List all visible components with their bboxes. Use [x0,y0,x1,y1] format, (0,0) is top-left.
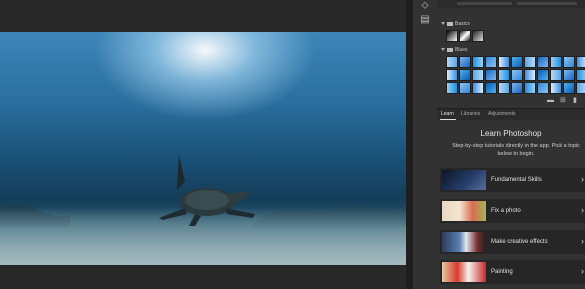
tab-libraries[interactable]: Libraries [461,111,480,117]
new-gradient-icon[interactable]: ⊞ [560,97,568,104]
right-panel: Basics Blues ▬ ⊞ ▮ Learn Libraries Adjus… [437,0,585,289]
new-group-icon[interactable]: ▬ [547,97,555,104]
chevron-right-icon: › [581,266,584,276]
gradient-swatch[interactable] [446,69,458,81]
gradient-swatch[interactable] [485,82,497,94]
learn-icon[interactable]: ▤ [418,14,432,26]
tab-adjustments[interactable]: Adjustments [488,111,516,117]
learn-title: Learn Photoshop [480,129,542,138]
gradient-swatch[interactable] [472,82,484,94]
gradient-swatch[interactable] [550,56,562,68]
gradient-swatch[interactable] [550,82,562,94]
tutorial-thumbnail [442,262,486,282]
active-tab-indicator [440,119,456,120]
gradient-swatch[interactable] [446,56,458,68]
tutorial-fundamental-skills[interactable]: Fundamental Skills › [440,168,585,192]
gradient-swatch[interactable] [524,69,536,81]
gradient-swatch[interactable] [563,56,575,68]
tutorial-label: Painting [491,269,513,275]
panel-divider [406,0,413,289]
gradient-swatch[interactable] [537,82,549,94]
gradient-swatch[interactable] [576,82,585,94]
basics-swatches [446,30,484,42]
gradient-swatch[interactable] [472,30,484,42]
gradient-group-basics[interactable]: Basics [441,21,470,27]
gradient-swatch[interactable] [576,56,585,68]
tutorial-label: Make creative effects [491,239,548,245]
gradient-swatch[interactable] [459,30,471,42]
delete-icon[interactable]: ▮ [573,97,581,104]
gradient-swatch[interactable] [511,69,523,81]
gradient-swatch[interactable] [498,82,510,94]
chevron-right-icon: › [581,205,584,215]
gradient-swatch[interactable] [537,56,549,68]
canvas-area[interactable] [0,0,413,289]
tutorial-make-creative-effects[interactable]: Make creative effects › [440,230,585,254]
gradient-swatch[interactable] [537,69,549,81]
gradient-swatch[interactable] [511,82,523,94]
gradient-swatch[interactable] [472,56,484,68]
tutorial-painting[interactable]: Painting › [440,260,585,284]
properties-icon[interactable]: ⬦ [418,0,432,12]
chevron-right-icon: › [581,236,584,246]
tutorial-thumbnail [442,201,486,221]
gradient-swatch[interactable] [498,56,510,68]
gradient-swatch[interactable] [459,56,471,68]
gradient-panel-tools: ▬ ⊞ ▮ [547,97,581,104]
chevron-down-icon [441,48,445,52]
blues-swatch-row [446,82,585,94]
gradient-swatch[interactable] [446,82,458,94]
tutorial-thumbnail [442,232,486,252]
tutorial-thumbnail [442,170,486,190]
gradient-swatch[interactable] [485,56,497,68]
gradient-swatch[interactable] [524,56,536,68]
sea-turtle [159,154,255,226]
gradient-swatch[interactable] [446,30,458,42]
gradient-swatch[interactable] [459,82,471,94]
gradient-swatch[interactable] [485,69,497,81]
chevron-right-icon: › [581,174,584,184]
gradient-swatch[interactable] [459,69,471,81]
gradient-swatch[interactable] [511,56,523,68]
blues-swatch-row [446,56,585,68]
learn-description: Step-by-step tutorials directly in the a… [452,143,580,157]
document-image-underwater-turtle[interactable] [0,32,406,265]
tutorial-fix-a-photo[interactable]: Fix a photo › [440,199,585,223]
panel-tabs: Learn Libraries Adjustments [437,108,585,120]
gradient-group-blues[interactable]: Blues [441,47,468,53]
folder-icon [447,47,453,52]
tutorial-label: Fix a photo [491,208,521,214]
gradient-swatch[interactable] [498,69,510,81]
folder-icon [447,21,453,26]
tutorial-label: Fundamental Skills [491,177,542,183]
gradient-swatch[interactable] [563,82,575,94]
gradient-swatch[interactable] [576,69,585,81]
blues-swatch-row [446,69,585,81]
gradient-swatch[interactable] [524,82,536,94]
panel-icon-strip: ⬦ ▤ [413,0,438,289]
gradient-swatch[interactable] [563,69,575,81]
tab-learn[interactable]: Learn [441,111,454,117]
gradient-swatch[interactable] [550,69,562,81]
chevron-down-icon [441,22,445,26]
panel-top-strip [437,0,585,8]
gradient-group-label: Blues [455,47,468,53]
gradient-group-label: Basics [455,21,470,27]
gradient-swatch[interactable] [472,69,484,81]
